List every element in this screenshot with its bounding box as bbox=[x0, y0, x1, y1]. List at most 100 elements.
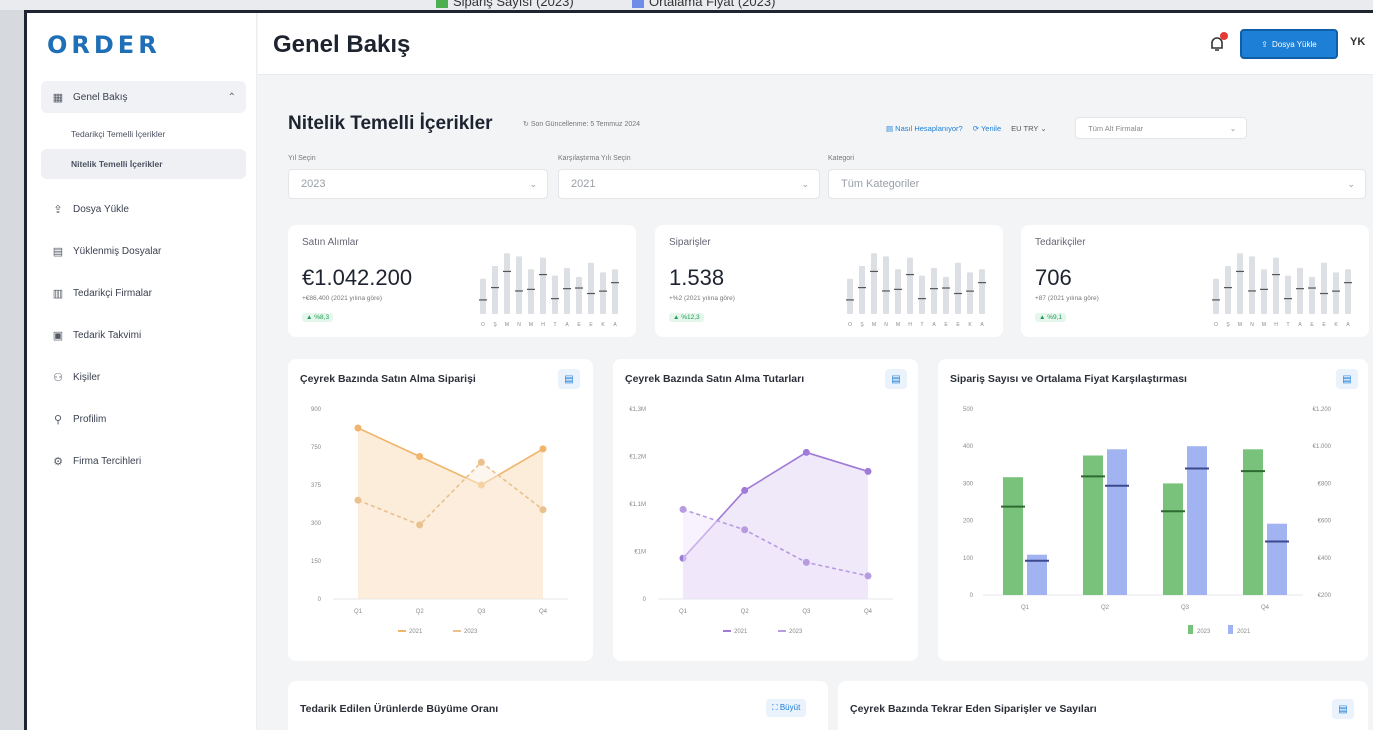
kpi-badge: ▲ %9,1 bbox=[1035, 313, 1067, 322]
spark-bar bbox=[1345, 269, 1351, 314]
spark-bar bbox=[907, 257, 913, 314]
data-point bbox=[679, 505, 687, 513]
spark-bar bbox=[612, 269, 618, 314]
spark-bar bbox=[1297, 267, 1303, 314]
sidebar-item-upload[interactable]: ⇪ Dosya Yükle bbox=[41, 193, 246, 225]
sidebar-item-calendar[interactable]: ▣ Tedarik Takvimi bbox=[41, 319, 246, 351]
help-link[interactable]: ▤ Nasıl Hesaplanıyor? bbox=[886, 124, 963, 133]
spark-month-label: E bbox=[1310, 322, 1314, 328]
upload-file-button[interactable]: ⇪ Dosya Yükle bbox=[1240, 29, 1338, 59]
spark-bar bbox=[1237, 253, 1243, 314]
spark-month-label: E bbox=[1322, 322, 1326, 328]
spark-bar bbox=[1213, 278, 1219, 314]
y-tick-label: 100 bbox=[963, 556, 974, 562]
main: Genel Bakış ⇪ Dosya Yükle YK Nitelik Tem… bbox=[258, 13, 1373, 730]
notification-bell-icon[interactable] bbox=[1208, 32, 1228, 53]
spark-month-label: T bbox=[920, 322, 923, 328]
y-tick-label: €1,2M bbox=[629, 455, 646, 461]
kpi-sparkbar-chart: OŞMNMHTAEEKA bbox=[846, 253, 986, 328]
spark-month-label: K bbox=[968, 322, 972, 328]
y2-tick-label: €600 bbox=[1318, 519, 1332, 525]
spark-bar bbox=[919, 275, 925, 314]
spark-bar bbox=[1273, 257, 1279, 314]
sidebar-item-uploaded-files[interactable]: ▤ Yüklenmiş Dosyalar bbox=[41, 235, 246, 267]
compare-year-label: Karşılaştırma Yılı Seçin bbox=[558, 155, 631, 162]
chevron-down-icon: ⌄ bbox=[1229, 123, 1237, 133]
sidebar-item-suppliers[interactable]: ▥ Tedarikçi Firmalar bbox=[41, 277, 246, 309]
sidebar-item-people[interactable]: ⚇ Kişiler bbox=[41, 361, 246, 393]
category-select[interactable]: Tüm Kategoriler ⌄ bbox=[828, 169, 1366, 199]
user-icon: ⚲ bbox=[53, 413, 63, 426]
y-tick-label: 375 bbox=[311, 483, 322, 489]
spark-bar bbox=[540, 257, 546, 314]
spark-bar bbox=[847, 278, 853, 314]
y2-tick-label: €800 bbox=[1318, 481, 1332, 487]
spark-bar bbox=[859, 266, 865, 314]
bar bbox=[1003, 477, 1023, 595]
kpi-note: +%2 (2021 yılına göre) bbox=[669, 295, 735, 302]
sidebar-subitem-supplier[interactable]: Tedarikçi Temelli İçerikler bbox=[41, 119, 246, 149]
spark-month-label: A bbox=[1298, 322, 1302, 328]
spark-bar bbox=[883, 256, 889, 314]
y-tick-label: 500 bbox=[963, 407, 974, 413]
y-tick-label: 0 bbox=[318, 597, 322, 603]
sidebar: ORDER ▦ Genel Bakış ⌃ Tedarikçi Temelli … bbox=[27, 13, 257, 730]
spark-month-label: N bbox=[517, 322, 521, 328]
x-tick-label: Q1 bbox=[1021, 605, 1030, 611]
bar bbox=[1267, 523, 1287, 595]
kpi-badge: ▲ %12,3 bbox=[669, 313, 704, 322]
chevron-up-icon[interactable]: ⌃ bbox=[228, 92, 236, 103]
sidebar-item-company-prefs[interactable]: ⚙ Firma Tercihleri bbox=[41, 445, 246, 477]
spark-bar bbox=[943, 276, 949, 314]
bar bbox=[1107, 449, 1127, 595]
data-point bbox=[741, 526, 749, 534]
spark-bar bbox=[1309, 276, 1315, 314]
legend-label: 2021 bbox=[409, 629, 423, 635]
expand-button[interactable]: ⛶ Büyüt bbox=[766, 699, 807, 717]
spark-bar bbox=[1333, 272, 1339, 314]
legend-swatch bbox=[1228, 625, 1233, 634]
area-chart-orders: 0 150 300 375 750 900 Q1 Q2 Q3 Q4 2021 2023 bbox=[311, 407, 568, 635]
data-point bbox=[539, 445, 547, 453]
chevron-down-icon: ⌄ bbox=[1347, 178, 1355, 189]
chart-title: Tedarik Edilen Ürünlerde Büyüme Oranı bbox=[300, 703, 499, 715]
company-select[interactable]: Tüm Alt Firmalar ⌄ bbox=[1075, 117, 1248, 139]
avatar[interactable]: YK bbox=[1350, 36, 1365, 48]
data-point bbox=[539, 506, 547, 514]
spark-bar bbox=[1249, 256, 1255, 314]
y-tick-label: 0 bbox=[643, 597, 647, 603]
kpi-value: 1.538 bbox=[669, 265, 725, 290]
data-point bbox=[354, 424, 362, 432]
spark-bar bbox=[1321, 262, 1327, 314]
currency-select[interactable]: EU TRY ⌄ bbox=[1011, 124, 1065, 133]
legend-label: 2023 bbox=[789, 629, 803, 635]
spark-bar bbox=[600, 272, 606, 314]
sidebar-subitem-attribute[interactable]: Nitelik Temelli İçerikler bbox=[41, 149, 246, 179]
chart-title: Çeyrek Bazında Tekrar Eden Siparişler ve… bbox=[850, 703, 1097, 715]
compare-year-select[interactable]: 2021 ⌄ bbox=[558, 169, 820, 199]
spark-month-label: H bbox=[908, 322, 912, 328]
x-tick-label: Q4 bbox=[1261, 605, 1270, 611]
spark-bar bbox=[564, 267, 570, 314]
last-updated: ↻ Son Güncellenme: 5 Temmuz 2024 bbox=[523, 121, 641, 128]
sidebar-item-overview[interactable]: ▦ Genel Bakış ⌃ bbox=[41, 81, 246, 113]
spark-bar bbox=[895, 269, 901, 314]
refresh-button[interactable]: ⟳ Yenile bbox=[973, 124, 1001, 133]
spark-bar bbox=[504, 253, 510, 314]
y-tick-label: 200 bbox=[963, 519, 974, 525]
spark-month-label: A bbox=[613, 322, 617, 328]
spark-month-label: Ş bbox=[1226, 322, 1230, 328]
spark-month-label: Ş bbox=[860, 322, 864, 328]
year-select[interactable]: 2023 ⌄ bbox=[288, 169, 548, 199]
data-point bbox=[864, 467, 872, 475]
sidebar-item-profile[interactable]: ⚲ Profilim bbox=[41, 403, 246, 435]
category-label: Kategori bbox=[828, 155, 855, 162]
y-tick-label: 150 bbox=[311, 559, 322, 565]
spark-month-label: K bbox=[1334, 322, 1338, 328]
spark-bar bbox=[1261, 269, 1267, 314]
legend-orders: Sipariş Sayısı (2023) bbox=[436, 0, 574, 9]
kpi-value: €1.042.200 bbox=[302, 265, 413, 290]
upload-icon: ⇪ bbox=[53, 203, 63, 216]
export-icon[interactable]: ▤ bbox=[1332, 699, 1354, 719]
area-chart-amounts: 0 €1M €1,1M €1,2M €1,3M Q1 Q2 Q3 Q4 2021 2023 bbox=[629, 407, 893, 635]
